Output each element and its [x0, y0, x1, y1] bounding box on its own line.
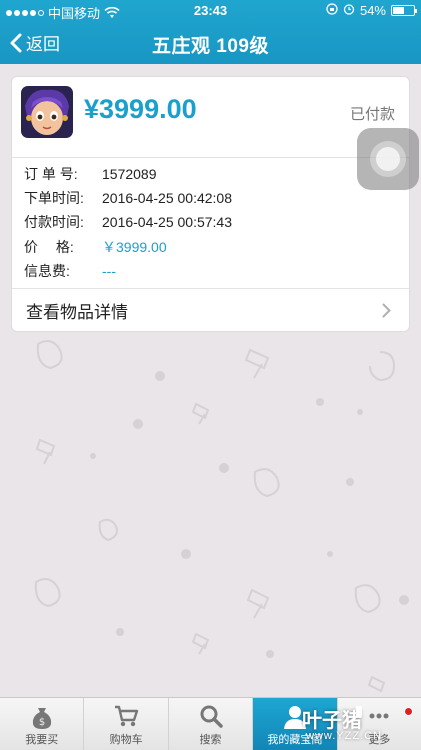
row-value: ￥3999.00: [102, 238, 167, 255]
tab-bar: $ 我要买 购物车 搜索 我的藏宝阁 更多: [0, 697, 421, 750]
background-pattern: [34, 340, 409, 693]
order-card: ¥3999.00 已付款 订 单 号: 1572089 下单时间: 2016-0…: [11, 76, 410, 332]
more-icon: [367, 704, 391, 733]
assistive-touch-button[interactable]: [357, 128, 419, 190]
order-info: 订 单 号: 1572089 下单时间: 2016-04-25 00:42:08…: [24, 162, 404, 283]
tab-buy[interactable]: $ 我要买: [0, 698, 85, 750]
tab-label: 更多: [368, 734, 391, 746]
row-label: 信息费:: [24, 262, 70, 279]
row-pay-time: 付款时间: 2016-04-25 00:57:43: [24, 210, 404, 234]
status-badge: 已付款: [349, 106, 395, 123]
tab-search[interactable]: 搜索: [169, 698, 254, 750]
row-value: 2016-04-25 00:57:43: [102, 214, 232, 231]
tab-more[interactable]: 更多: [338, 698, 421, 750]
character-avatar: [21, 86, 73, 138]
chevron-right-icon: [382, 303, 391, 323]
tab-cart[interactable]: 购物车: [84, 698, 169, 750]
tab-label: 我的藏宝阁: [267, 734, 323, 746]
row-value: 2016-04-25 00:42:08: [102, 190, 232, 207]
row-label: 付款时间:: [24, 214, 84, 231]
battery-icon: [391, 5, 417, 16]
cart-icon: [113, 704, 139, 733]
tab-label: 我要买: [25, 734, 59, 746]
tab-label: 搜索: [199, 734, 222, 746]
details-label: 查看物品详情: [26, 303, 128, 322]
nav-bar: 返回 五庄观 109级: [0, 22, 421, 64]
row-order-time: 下单时间: 2016-04-25 00:42:08: [24, 186, 404, 210]
row-info-fee: 信息费: ---: [24, 259, 404, 283]
tab-my-treasure[interactable]: 我的藏宝阁: [253, 698, 338, 750]
divider: [12, 157, 409, 158]
svg-text:$: $: [39, 717, 45, 728]
price-amount: ¥3999.00: [84, 94, 197, 124]
row-label: 下单时间:: [24, 190, 84, 207]
top-bar: 中国移动 23:43 54% 返回 五庄观 109级: [0, 0, 421, 64]
row-label: 价 格:: [24, 238, 74, 255]
search-icon: [199, 704, 223, 733]
row-price: 价 格: ￥3999.00: [24, 235, 404, 259]
alarm-icon: [343, 3, 355, 18]
battery-percent: 54%: [359, 3, 386, 18]
status-bar: 中国移动 23:43 54%: [0, 0, 421, 22]
row-label: 订 单 号:: [24, 166, 78, 183]
row-value: 1572089: [102, 166, 157, 183]
tab-label: 购物车: [109, 734, 143, 746]
view-item-details-button[interactable]: 查看物品详情: [12, 289, 409, 332]
row-value: ---: [102, 262, 116, 279]
rotation-lock-icon: [326, 3, 338, 18]
row-order-number: 订 单 号: 1572089: [24, 162, 404, 186]
page-title: 五庄观 109级: [152, 36, 269, 57]
